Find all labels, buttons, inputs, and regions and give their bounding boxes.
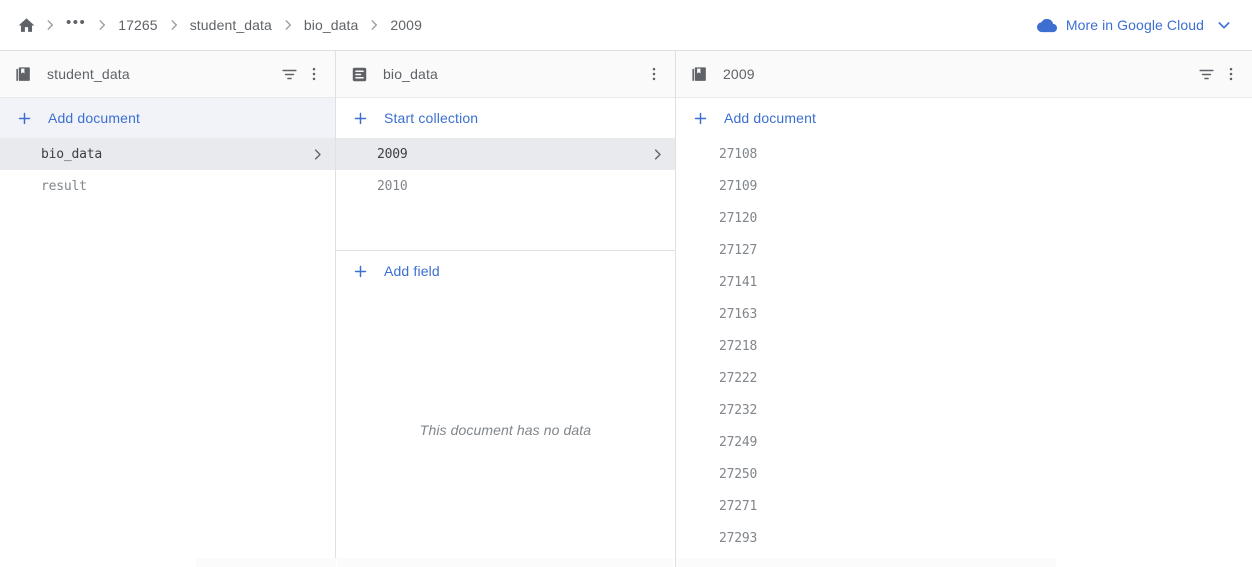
list-item-label: 27232 [719,402,758,418]
panel-header: student_data [0,51,335,98]
list-item-label: 27249 [719,434,758,450]
panel-title: student_data [47,66,130,82]
list-item[interactable]: 27250 [676,458,1252,490]
kebab-icon[interactable] [303,60,325,88]
breadcrumb-separator-icon [278,15,298,35]
breadcrumb: ••• 17265 student_data bio_data 2009 [12,11,1031,39]
columns-container: student_data Add document bio_data resul… [0,51,1252,567]
list-item-bio-data[interactable]: bio_data [0,138,335,170]
chevron-down-icon [1216,17,1232,33]
chevron-right-icon [650,147,665,162]
breadcrumb-item-student-data[interactable]: student_data [184,13,278,37]
list-item[interactable]: 27109 [676,170,1252,202]
start-collection-label: Start collection [384,110,479,126]
list-item[interactable]: 27249 [676,426,1252,458]
add-document-button[interactable]: Add document [676,98,1252,138]
list-item-2009[interactable]: 2009 [336,138,675,170]
list-item-label: 27293 [719,530,758,546]
plus-icon [14,108,34,128]
collection-icon [689,64,709,84]
home-breadcrumb-button[interactable] [12,11,40,39]
breadcrumb-item-bio-data[interactable]: bio_data [298,13,365,37]
kebab-icon[interactable] [643,60,665,88]
add-document-label: Add document [724,110,817,126]
list-item-result[interactable]: result [0,170,335,202]
collection-panel-student-data: student_data Add document bio_data resul… [0,51,336,567]
plus-icon [690,108,710,128]
breadcrumb-separator-icon [92,15,112,35]
list-item-label: 27218 [719,338,758,354]
more-in-google-cloud-button[interactable]: More in Google Cloud [1031,9,1238,41]
plus-icon [350,261,370,281]
firestore-data-browser: ••• 17265 student_data bio_data 2009 Mor… [0,0,1252,567]
filter-icon[interactable] [1192,60,1220,88]
breadcrumb-separator-icon [40,15,60,35]
list-item[interactable]: 27163 [676,298,1252,330]
list-item-label: 27127 [719,242,758,258]
panel-header: bio_data [336,51,675,98]
breadcrumb-bar: ••• 17265 student_data bio_data 2009 Mor… [0,0,1252,51]
add-document-label: Add document [48,110,141,126]
list-item-label: 2009 [377,146,408,162]
list-item[interactable]: 27271 [676,490,1252,522]
list-item[interactable]: 27120 [676,202,1252,234]
document-icon [349,64,369,84]
filter-icon[interactable] [275,60,303,88]
list-item-2010[interactable]: 2010 [336,170,675,202]
breadcrumb-overflow-button[interactable]: ••• [60,13,92,37]
list-item[interactable]: 27141 [676,266,1252,298]
collection-icon [13,64,33,84]
list-item-label: 27108 [719,146,758,162]
breadcrumb-separator-icon [164,15,184,35]
list-item[interactable]: 27293 [676,522,1252,554]
list-item[interactable]: 27232 [676,394,1252,426]
start-collection-button[interactable]: Start collection [336,98,675,138]
list-item[interactable]: 27218 [676,330,1252,362]
panel-header: 2009 [676,51,1252,98]
list-item-label: 27120 [719,210,758,226]
add-document-button[interactable]: Add document [0,98,335,138]
cloud-icon [1036,15,1057,35]
add-field-button[interactable]: Add field [336,251,675,291]
add-field-label: Add field [384,263,440,279]
empty-state-message: This document has no data [419,422,592,438]
document-list: bio_data result [0,138,335,202]
list-item-label: 27250 [719,466,758,482]
subcollections-section: Start collection 2009 2010 [336,98,675,251]
list-item-label: 27163 [719,306,758,322]
document-list: 27108 27109 27120 27127 27141 27163 27218 27222… [676,138,1252,567]
breadcrumb-item-2009[interactable]: 2009 [384,13,428,37]
list-item-label: bio_data [41,146,103,162]
kebab-icon[interactable] [1220,60,1242,88]
list-item-label: 27109 [719,178,758,194]
list-item-label: 27141 [719,274,758,290]
fields-section: Add field This document has no data [336,251,675,567]
list-item-label: 27222 [719,370,758,386]
panel-title: 2009 [723,66,755,82]
home-icon [16,15,36,35]
chevron-right-icon [310,147,325,162]
panel-title: bio_data [383,66,438,82]
list-item[interactable]: 27222 [676,362,1252,394]
breadcrumb-separator-icon [364,15,384,35]
breadcrumb-item-project[interactable]: 17265 [112,13,163,37]
more-in-google-cloud-label: More in Google Cloud [1065,17,1204,33]
subcollection-list: 2009 2010 [336,138,675,250]
plus-icon [350,108,370,128]
list-item[interactable]: 27127 [676,234,1252,266]
list-item-label: result [41,178,87,194]
collection-panel-2009: 2009 Add document 27108 27109 27120 2712… [676,51,1252,567]
document-panel-bio-data: bio_data Start collection 2009 2010 Add … [336,51,676,567]
list-item[interactable]: 27108 [676,138,1252,170]
list-item-label: 2010 [377,178,408,194]
list-item-label: 27271 [719,498,758,514]
